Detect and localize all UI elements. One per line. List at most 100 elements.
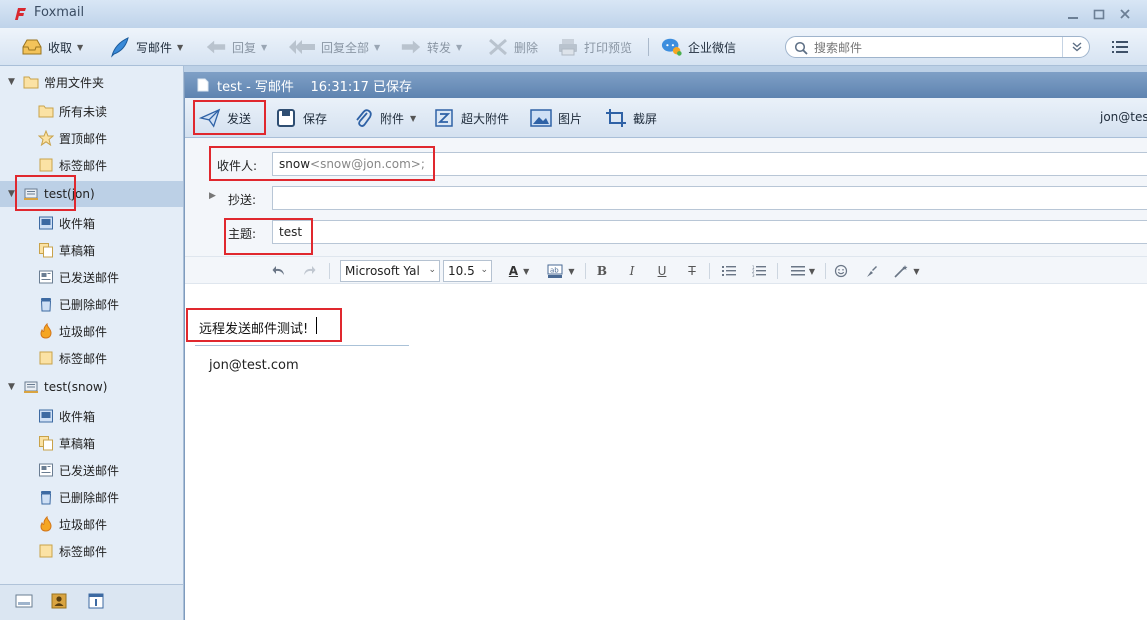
delete-button[interactable]: 删除 <box>487 34 538 60</box>
contacts-view-button[interactable] <box>50 593 68 609</box>
mail-view-button[interactable] <box>15 593 33 609</box>
search-options-button[interactable] <box>1062 37 1090 57</box>
cc-field[interactable] <box>272 186 1147 210</box>
sidebar-item-sent[interactable]: 已发送邮件 <box>38 265 119 289</box>
underline-icon[interactable]: U <box>652 261 672 281</box>
bold-icon[interactable]: B <box>592 261 612 281</box>
title-bar: Foxmail <box>0 0 1147 28</box>
message-body-text: 远程发送邮件测试! <box>199 322 309 337</box>
sender-account[interactable]: jon@tes <box>1100 110 1147 124</box>
chevron-down-icon: ⌄ <box>480 265 488 275</box>
sidebar-item-tagged[interactable]: 标签邮件 <box>38 153 107 177</box>
trash-icon <box>40 491 52 505</box>
subject-field[interactable]: test <box>272 220 1147 244</box>
big-attach-button[interactable]: 超大附件 <box>433 106 509 130</box>
highlight-color-icon: ab <box>547 264 563 278</box>
sidebar-item-drafts[interactable]: 草稿箱 <box>38 238 95 262</box>
close-button[interactable] <box>1113 4 1137 24</box>
sidebar-item-drafts[interactable]: 草稿箱 <box>38 431 95 455</box>
calendar-view-button[interactable] <box>87 593 105 609</box>
redo-button[interactable] <box>299 261 319 281</box>
font-size-select[interactable]: 10.5 ⌄ <box>443 260 492 282</box>
format-painter-button[interactable] <box>861 261 881 281</box>
tag-icon <box>39 158 53 172</box>
sidebar-item-deleted[interactable]: 已删除邮件 <box>38 485 119 509</box>
save-button[interactable]: 保存 <box>275 106 327 130</box>
align-button[interactable]: ▼ <box>787 261 819 281</box>
undo-button[interactable] <box>269 261 289 281</box>
chevron-down-icon: ▼ <box>913 266 920 276</box>
sidebar-item-all-unread[interactable]: 所有未读 <box>38 99 107 123</box>
compose-button[interactable]: 写邮件 ▼ <box>109 34 183 60</box>
font-color-button[interactable]: A ▼ <box>503 261 535 281</box>
folder-icon <box>38 105 54 118</box>
image-icon <box>530 107 552 129</box>
print-preview-button[interactable]: 打印预览 <box>557 34 632 60</box>
inbox-icon <box>39 216 53 230</box>
account-test-jon[interactable]: ▼ test(jon) <box>8 182 95 206</box>
chevron-down-icon: ▼ <box>410 113 417 123</box>
trash-icon <box>40 298 52 312</box>
smiley-icon <box>834 264 848 278</box>
numbered-list-icon: 123 <box>752 265 766 277</box>
sidebar-item-junk[interactable]: 垃圾邮件 <box>38 319 107 343</box>
maximize-button[interactable] <box>1087 4 1111 24</box>
compose-title-bar: test - 写邮件 16:31:17 已保存 <box>185 72 1147 98</box>
chevron-down-icon: ▼ <box>523 266 530 276</box>
folder-group-common[interactable]: ▼ 常用文件夹 <box>8 70 104 94</box>
format-divider <box>585 263 586 279</box>
bullet-list-button[interactable] <box>719 261 739 281</box>
svg-text:3: 3 <box>752 273 755 277</box>
folder-sidebar: ▼ 常用文件夹 所有未读 置顶邮件 标签邮件 ▼ test(jon) 收件箱 草… <box>0 66 184 620</box>
to-field[interactable]: snow<snow@jon.com>; <box>272 152 1147 176</box>
receive-button[interactable]: 收取 ▼ <box>21 34 83 60</box>
wechat-work-button[interactable]: 企业微信 <box>661 34 736 60</box>
sidebar-item-sent[interactable]: 已发送邮件 <box>38 458 119 482</box>
magic-wand-button[interactable]: ▼ <box>891 261 923 281</box>
account-mailbox-icon <box>24 188 38 200</box>
maximize-icon <box>1093 9 1105 20</box>
format-divider <box>777 263 778 279</box>
expand-triangle-icon[interactable]: ▶ <box>209 191 216 201</box>
sidebar-item-deleted[interactable]: 已删除邮件 <box>38 292 119 316</box>
reply-button[interactable]: 回复 ▼ <box>205 34 267 60</box>
paperclip-icon <box>352 107 374 129</box>
screenshot-button[interactable]: 截屏 <box>605 106 657 130</box>
delete-x-icon <box>487 36 509 58</box>
insert-image-button[interactable]: 图片 <box>530 106 582 130</box>
search-input[interactable] <box>814 40 1054 55</box>
to-row: 收件人: snow<snow@jon.com>; <box>185 148 1147 180</box>
search-box[interactable] <box>785 36 1090 58</box>
mail-icon <box>15 594 33 608</box>
message-body-editor[interactable] <box>185 284 1147 620</box>
subject-value: test <box>279 225 303 239</box>
account-test-snow[interactable]: ▼ test(snow) <box>8 375 107 399</box>
sidebar-item-pinned[interactable]: 置顶邮件 <box>38 126 107 150</box>
reply-arrow-icon <box>205 36 227 58</box>
chevron-down-icon: ▼ <box>808 266 816 276</box>
crop-icon <box>605 107 627 129</box>
font-family-select[interactable]: Microsoft Yal ⌄ <box>340 260 440 282</box>
sidebar-item-inbox[interactable]: 收件箱 <box>38 404 95 428</box>
minimize-button[interactable] <box>1061 4 1085 24</box>
send-button[interactable]: 发送 <box>199 106 251 130</box>
message-headers: 收件人: snow<snow@jon.com>; ▶ 抄送: 主题: test <box>185 138 1147 256</box>
format-divider <box>709 263 710 279</box>
reply-all-button[interactable]: 回复全部 ▼ <box>288 34 380 60</box>
document-icon <box>197 78 209 92</box>
numbered-list-button[interactable]: 123 <box>749 261 769 281</box>
sidebar-item-tagged[interactable]: 标签邮件 <box>38 539 107 563</box>
tag-icon <box>39 351 53 365</box>
forward-button[interactable]: 转发 ▼ <box>400 34 462 60</box>
attach-button[interactable]: 附件 ▼ <box>352 106 416 130</box>
emoji-button[interactable] <box>831 261 851 281</box>
strikethrough-icon[interactable]: T <box>682 261 702 281</box>
main-menu-button[interactable] <box>1111 38 1129 56</box>
sidebar-item-tagged[interactable]: 标签邮件 <box>38 346 107 370</box>
calendar-icon <box>88 593 104 609</box>
redo-icon <box>304 266 316 275</box>
italic-icon[interactable]: I <box>622 261 642 281</box>
sidebar-item-inbox[interactable]: 收件箱 <box>38 211 95 235</box>
highlight-color-button[interactable]: ab ▼ <box>543 261 579 281</box>
sidebar-item-junk[interactable]: 垃圾邮件 <box>38 512 107 536</box>
